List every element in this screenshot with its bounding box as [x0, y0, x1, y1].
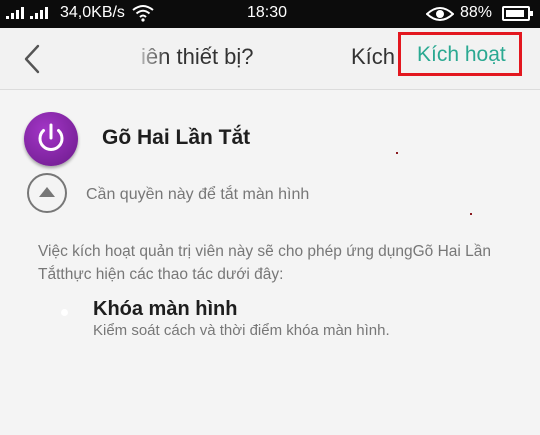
back-button[interactable]: [18, 42, 48, 76]
activate-button[interactable]: Kích hoạt: [417, 43, 506, 67]
permission-hint: Cần quyền này để tắt màn hình: [86, 186, 310, 203]
power-icon: [38, 123, 64, 152]
permission-title: Khóa màn hình: [93, 298, 238, 320]
activate-highlight[interactable]: Kích hoạt: [398, 32, 522, 76]
app-icon: [24, 112, 78, 166]
faded-action-label: Kích: [351, 44, 396, 69]
screen-speck: [396, 152, 398, 154]
activation-description: Việc kích hoạt quản trị viên này sẽ cho …: [38, 243, 492, 283]
status-bar: 34,0KB/s 18:30 88%: [0, 0, 540, 28]
battery-percent: 88%: [460, 4, 493, 21]
clock: 18:30: [247, 4, 288, 21]
network-speed: 34,0KB/s: [60, 4, 125, 21]
battery-icon: [502, 6, 533, 21]
wifi-icon: [132, 5, 154, 22]
expand-collapse-button[interactable]: [27, 173, 67, 213]
permission-description: Kiểm soát cách và thời điểm khóa màn hìn…: [93, 322, 390, 339]
bullet-icon: [61, 309, 68, 316]
eye-comfort-icon: [426, 7, 454, 21]
signal-icon-2: [30, 5, 48, 19]
header: iên thiết bị? Kích Kích hoạt: [0, 28, 540, 90]
app-name: Gõ Hai Lần Tắt: [102, 126, 251, 149]
screen-speck-2: [470, 213, 472, 215]
signal-icon: [6, 5, 24, 19]
